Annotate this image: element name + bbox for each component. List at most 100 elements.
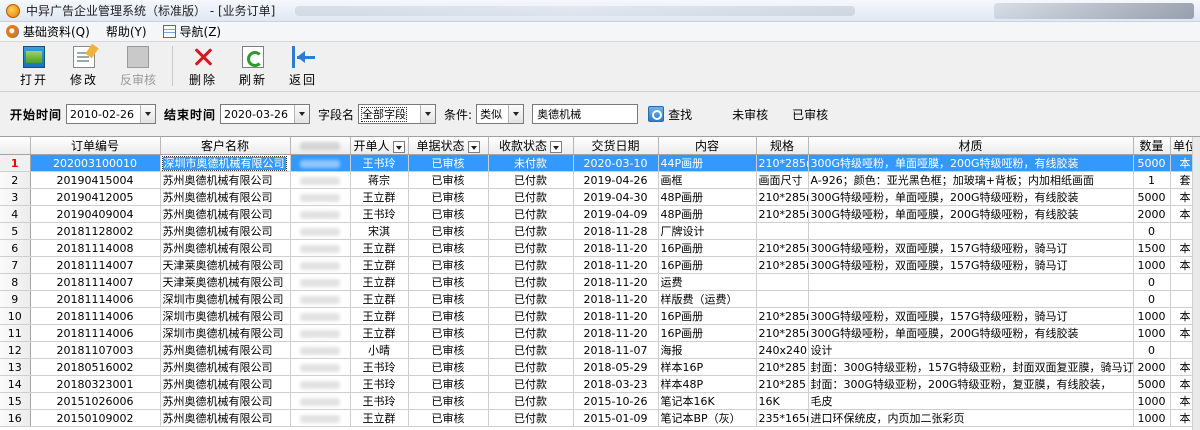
field-name-select[interactable]: 全部字段 bbox=[358, 104, 437, 124]
cell-issuer[interactable]: 王立群 bbox=[350, 409, 409, 427]
cell-delivery-date[interactable]: 2015-10-26 bbox=[573, 392, 659, 410]
cell-material[interactable]: 300G特级哑粉，单面哑膜，200G特级哑粉，有线胶装 bbox=[808, 205, 1134, 223]
chevron-down-icon[interactable] bbox=[392, 140, 405, 153]
cell-spec[interactable]: 210*285mi bbox=[756, 256, 809, 274]
cell-order-id[interactable]: 20181114007 bbox=[30, 256, 161, 274]
cell-blurred[interactable] bbox=[290, 205, 351, 223]
cell-pay-status[interactable]: 已付款 bbox=[488, 222, 574, 240]
cell-material[interactable]: 300G特级哑粉，双面哑膜，157G特级哑粉，骑马订 bbox=[808, 307, 1134, 325]
cell-content[interactable]: 16P画册 bbox=[658, 239, 757, 257]
table-row[interactable]: 14 20180323001 苏州奥德机械有限公司 王书玲 已审核 已付款 2018-03-… bbox=[0, 375, 1200, 393]
window-controls[interactable] bbox=[994, 3, 1194, 19]
cell-issuer[interactable]: 王立群 bbox=[350, 188, 409, 206]
table-row[interactable]: 9 20181114006 深圳市奥德机械有限公司 王立群 已审核 已付款 2018-11-… bbox=[0, 290, 1200, 308]
cell-doc-status[interactable]: 已审核 bbox=[408, 341, 489, 359]
row-number[interactable]: 8 bbox=[0, 273, 31, 291]
row-number[interactable]: 6 bbox=[0, 239, 31, 257]
cell-content[interactable]: 48P画册 bbox=[658, 205, 757, 223]
cell-material[interactable]: 300G特级哑粉，单面哑膜，200G特级哑粉，有线胶装 bbox=[808, 188, 1134, 206]
row-number[interactable]: 11 bbox=[0, 324, 31, 342]
cell-content[interactable]: 海报 bbox=[658, 341, 757, 359]
cell-content[interactable]: 样本16P bbox=[658, 358, 757, 376]
table-row[interactable]: 11 20181114006 深圳市奥德机械有限公司 王立群 已审核 已付款 2018-11… bbox=[0, 324, 1200, 342]
row-number[interactable]: 14 bbox=[0, 375, 31, 393]
table-row[interactable]: 5 20181128002 苏州奥德机械有限公司 宋淇 已审核 已付款 2018-11-28… bbox=[0, 222, 1200, 240]
cell-spec[interactable]: 210*285mi bbox=[756, 188, 809, 206]
col-doc-status[interactable]: 单据状态 bbox=[408, 137, 489, 155]
cell-content[interactable]: 画框 bbox=[658, 171, 757, 189]
search-button[interactable]: 查找 bbox=[648, 106, 692, 123]
cell-content[interactable]: 16P画册 bbox=[658, 256, 757, 274]
cell-customer[interactable]: 苏州奥德机械有限公司 bbox=[160, 409, 291, 427]
cell-delivery-date[interactable]: 2018-11-20 bbox=[573, 239, 659, 257]
cell-customer[interactable]: 苏州奥德机械有限公司 bbox=[160, 188, 291, 206]
cell-doc-status[interactable]: 已审核 bbox=[408, 239, 489, 257]
cell-spec[interactable]: 210*285mi bbox=[756, 324, 809, 342]
cell-delivery-date[interactable]: 2018-11-20 bbox=[573, 256, 659, 274]
cell-material[interactable]: A-926；颜色：亚光黑色框；加玻璃+背板；内加相纸画面 bbox=[808, 171, 1134, 189]
open-button[interactable]: 打开 bbox=[10, 46, 58, 88]
cell-pay-status[interactable]: 已付款 bbox=[488, 324, 574, 342]
cell-material[interactable] bbox=[808, 290, 1134, 308]
cell-issuer[interactable]: 王书玲 bbox=[350, 154, 409, 172]
cell-order-id[interactable]: 20181114008 bbox=[30, 239, 161, 257]
cell-blurred[interactable] bbox=[290, 188, 351, 206]
menu-help[interactable]: 帮助(Y) bbox=[106, 23, 147, 40]
cell-doc-status[interactable]: 已审核 bbox=[408, 392, 489, 410]
cell-pay-status[interactable]: 未付款 bbox=[488, 154, 574, 172]
cell-customer[interactable]: 深圳市奥德机械有限公司 bbox=[160, 307, 291, 325]
cell-doc-status[interactable]: 已审核 bbox=[408, 205, 489, 223]
cell-delivery-date[interactable]: 2015-01-09 bbox=[573, 409, 659, 427]
cell-material[interactable]: 封面：300G特级亚粉，200G特级亚粉，复亚膜，有线胶装， bbox=[808, 375, 1134, 393]
cell-issuer[interactable]: 王书玲 bbox=[350, 392, 409, 410]
cell-order-id[interactable]: 20151026006 bbox=[30, 392, 161, 410]
edit-button[interactable]: 修改 bbox=[60, 46, 108, 88]
cell-blurred[interactable] bbox=[290, 273, 351, 291]
cell-spec[interactable]: 16K bbox=[756, 392, 809, 410]
end-date-picker[interactable]: 2020-03-26 bbox=[220, 104, 311, 124]
cell-issuer[interactable]: 王立群 bbox=[350, 273, 409, 291]
cell-qty[interactable]: 0 bbox=[1133, 290, 1171, 308]
cell-qty[interactable]: 0 bbox=[1133, 222, 1171, 240]
row-number[interactable]: 7 bbox=[0, 256, 31, 274]
cell-customer[interactable]: 深圳市奥德机械有限公司 bbox=[160, 290, 291, 308]
cell-blurred[interactable] bbox=[290, 171, 351, 189]
cell-order-id[interactable]: 20181114006 bbox=[30, 307, 161, 325]
cell-qty[interactable]: 5000 bbox=[1133, 188, 1171, 206]
unreview-button[interactable]: 反审核 bbox=[110, 46, 166, 88]
cell-order-id[interactable]: 20180516002 bbox=[30, 358, 161, 376]
row-number[interactable]: 16 bbox=[0, 409, 31, 427]
col-issuer[interactable]: 开单人 bbox=[350, 137, 409, 155]
cell-issuer[interactable]: 蒋宗 bbox=[350, 171, 409, 189]
cell-pay-status[interactable]: 已付款 bbox=[488, 273, 574, 291]
cell-material[interactable]: 封面：300G特级亚粉，157G特级亚粉，封面双面复亚膜，骑马订 bbox=[808, 358, 1134, 376]
col-content[interactable]: 内容 bbox=[658, 137, 757, 155]
table-row[interactable]: 13 20180516002 苏州奥德机械有限公司 王书玲 已审核 已付款 2018-05-… bbox=[0, 358, 1200, 376]
cell-delivery-date[interactable]: 2019-04-26 bbox=[573, 171, 659, 189]
cell-content[interactable]: 样本48P bbox=[658, 375, 757, 393]
cell-qty[interactable]: 1000 bbox=[1133, 256, 1171, 274]
row-number[interactable]: 15 bbox=[0, 392, 31, 410]
cell-issuer[interactable]: 王立群 bbox=[350, 256, 409, 274]
cell-order-id[interactable]: 20181107003 bbox=[30, 341, 161, 359]
cell-doc-status[interactable]: 已审核 bbox=[408, 409, 489, 427]
cell-content[interactable]: 样版费（运费） bbox=[658, 290, 757, 308]
cell-blurred[interactable] bbox=[290, 307, 351, 325]
cell-issuer[interactable]: 小晴 bbox=[350, 341, 409, 359]
cell-blurred[interactable] bbox=[290, 341, 351, 359]
condition-select[interactable]: 类似 bbox=[476, 104, 525, 124]
vertical-scrollbar[interactable] bbox=[1192, 137, 1200, 430]
cell-customer[interactable]: 苏州奥德机械有限公司 bbox=[160, 341, 291, 359]
cell-content[interactable]: 16P画册 bbox=[658, 307, 757, 325]
cell-customer[interactable]: 苏州奥德机械有限公司 bbox=[160, 205, 291, 223]
cell-delivery-date[interactable]: 2019-04-30 bbox=[573, 188, 659, 206]
cell-doc-status[interactable]: 已审核 bbox=[408, 324, 489, 342]
table-row[interactable]: 8 20181114007 天津莱奥德机械有限公司 王立群 已审核 已付款 2018-11-… bbox=[0, 273, 1200, 291]
col-pay-status[interactable]: 收款状态 bbox=[488, 137, 574, 155]
cell-qty[interactable]: 5000 bbox=[1133, 375, 1171, 393]
col-customer[interactable]: 客户名称 bbox=[160, 137, 291, 155]
cell-delivery-date[interactable]: 2018-05-29 bbox=[573, 358, 659, 376]
cell-material[interactable] bbox=[808, 273, 1134, 291]
cell-qty[interactable]: 2000 bbox=[1133, 205, 1171, 223]
cell-issuer[interactable]: 王书玲 bbox=[350, 375, 409, 393]
